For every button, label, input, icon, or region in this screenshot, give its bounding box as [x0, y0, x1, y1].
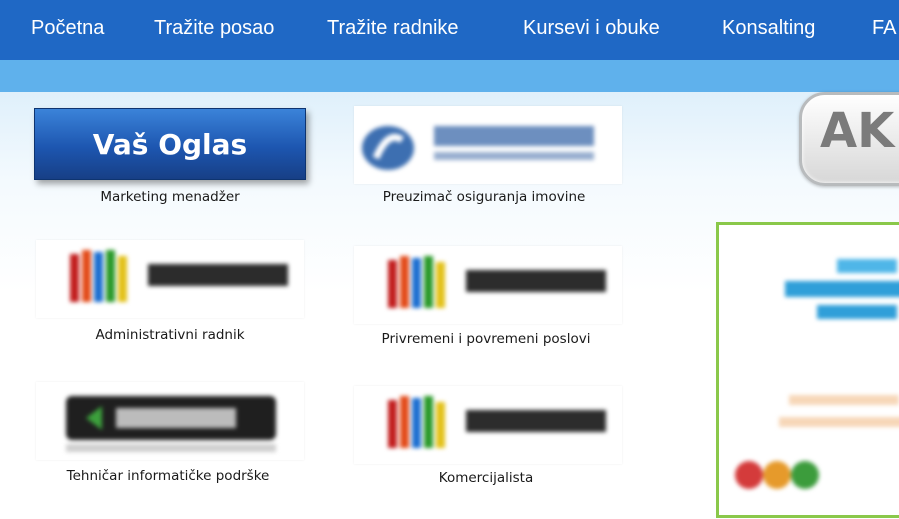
vas-oglas-label: Vaš Oglas: [92, 127, 248, 161]
nav-faq[interactable]: FA: [872, 17, 896, 40]
spektar-logo[interactable]: [354, 246, 622, 324]
aktuelno-badge-label: AK: [820, 103, 895, 159]
nav-trazite-posao[interactable]: Tražite posao: [154, 17, 274, 40]
spektar-logo-graphic: [388, 396, 606, 448]
job-caption-privremeni-poslovi[interactable]: Privremeni i povremeni poslovi: [382, 331, 591, 347]
job-caption-komercijalista[interactable]: Komercijalista: [439, 470, 533, 486]
spektar-logo[interactable]: [354, 386, 622, 464]
nav-trazite-radnike[interactable]: Tražite radnike: [327, 17, 459, 40]
spektar-logo-graphic: [70, 250, 288, 302]
main-nav: Početna Tražite posao Tražite radnike Ku…: [0, 0, 899, 60]
spektar-logo-graphic: [388, 256, 606, 308]
nav-pocetna[interactable]: Početna: [31, 17, 104, 40]
job-caption-administrativni-radnik[interactable]: Administrativni radnik: [95, 327, 244, 343]
aktuelno-badge[interactable]: AK: [799, 92, 899, 186]
promo-banner[interactable]: [716, 222, 899, 518]
zoot-logo-graphic: [66, 396, 276, 452]
job-caption-marketing-menadzer[interactable]: Marketing menadžer: [100, 189, 239, 205]
vas-oglas-button[interactable]: Vaš Oglas: [34, 108, 306, 180]
job-caption-tehnicar-informaticke-podrske[interactable]: Tehničar informatičke podrške: [67, 468, 270, 484]
spektar-logo[interactable]: [36, 240, 304, 318]
nav-kursevi-i-obuke[interactable]: Kursevi i obuke: [523, 17, 660, 40]
nav-underbar: [0, 60, 899, 92]
nav-konsalting[interactable]: Konsalting: [722, 17, 815, 40]
job-caption-preuzimac-osiguranja[interactable]: Preuzimač osiguranja imovine: [383, 189, 586, 205]
zoot-logo[interactable]: [36, 382, 304, 460]
promo-banner-graphic: [735, 259, 899, 489]
brcko-gas-logo[interactable]: [354, 106, 622, 184]
brcko-gas-logo-graphic: [362, 126, 594, 170]
